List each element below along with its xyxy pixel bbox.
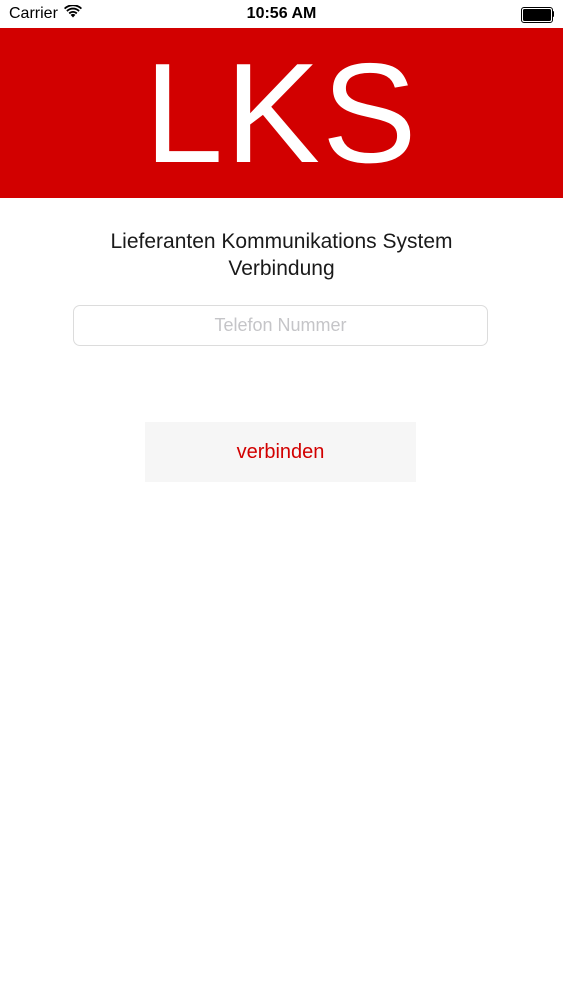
status-time: 10:56 AM <box>246 5 317 22</box>
title-line-1: Lieferanten Kommunikations System <box>110 230 453 253</box>
phone-number-input[interactable] <box>73 305 488 346</box>
connect-button[interactable]: verbinden <box>145 422 416 482</box>
battery-icon <box>521 7 555 23</box>
logo-banner: LKS <box>0 28 563 198</box>
status-bar: Carrier 10:56 AM <box>0 0 563 28</box>
title-line-2: Verbindung <box>228 257 335 280</box>
page-title: Lieferanten Kommunikations System Verbin… <box>0 228 563 282</box>
lks-logo: LKS <box>144 34 419 193</box>
